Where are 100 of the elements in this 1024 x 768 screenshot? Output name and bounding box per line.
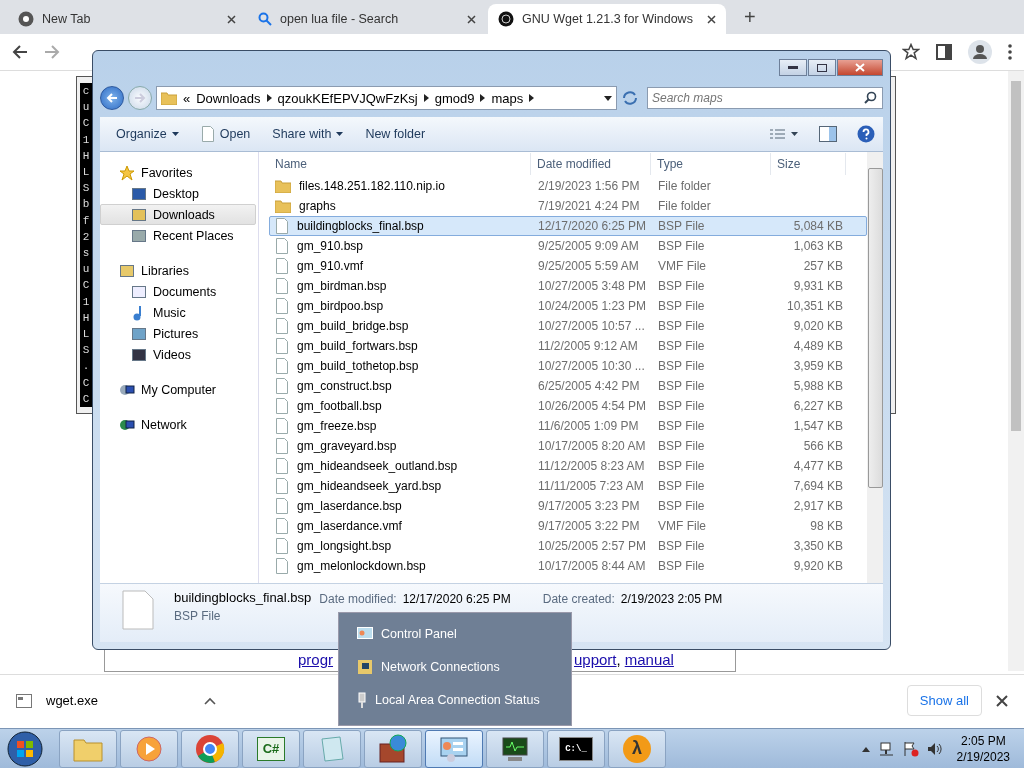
file-row[interactable]: gm_birdman.bsp 10/27/2005 3:48 PM BSP File 9,931 KB xyxy=(269,276,867,296)
taskbar-button[interactable] xyxy=(181,729,239,768)
link[interactable]: progr xyxy=(298,650,334,668)
taskbar-button[interactable]: C# xyxy=(242,729,300,768)
close-icon[interactable] xyxy=(707,14,716,24)
toolbar-button[interactable]: Organize xyxy=(108,124,187,144)
browser-tab[interactable]: New Tab xyxy=(8,4,246,34)
breadcrumb[interactable]: Downloads xyxy=(196,90,261,106)
caret-icon[interactable] xyxy=(604,95,612,101)
nav-item[interactable]: Libraries xyxy=(100,260,256,281)
new-tab-button[interactable]: + xyxy=(738,5,762,30)
overflow-chevron[interactable]: « xyxy=(183,90,191,106)
file-row[interactable]: gm_build_bridge.bsp 10/27/2005 10:57 ... BSP File 9,020 KB xyxy=(269,316,867,336)
nav-item[interactable]: Recent Places xyxy=(100,225,256,246)
jump-list-item[interactable]: Control Panel xyxy=(345,621,565,647)
file-row[interactable]: gm_birdpoo.bsp 10/24/2005 1:23 PM BSP File 10,351 KB xyxy=(269,296,867,316)
toolbar-button[interactable]: Open xyxy=(192,123,259,145)
preview-pane-icon[interactable] xyxy=(819,126,837,142)
chevron-right-icon[interactable] xyxy=(266,94,272,102)
link[interactable]: manual xyxy=(624,650,674,668)
nav-item[interactable]: Desktop xyxy=(100,183,256,204)
file-row[interactable]: gm_football.bsp 10/26/2005 4:54 PM BSP File 6,227 KB xyxy=(269,396,867,416)
breadcrumb[interactable]: gmod9 xyxy=(434,90,475,106)
network-icon[interactable] xyxy=(878,740,895,757)
file-row[interactable]: graphs 7/19/2021 4:24 PM File folder xyxy=(269,196,867,216)
download-item[interactable]: wget.exe xyxy=(16,693,216,708)
nav-item[interactable]: Downloads xyxy=(100,204,256,225)
scrollbar[interactable] xyxy=(867,152,883,583)
nav-item[interactable]: Documents xyxy=(100,281,256,302)
jump-list-item[interactable]: Local Area Connection Status xyxy=(345,687,565,713)
back-icon[interactable] xyxy=(12,44,28,60)
start-button[interactable] xyxy=(4,729,46,768)
view-options-icon[interactable] xyxy=(769,128,799,140)
file-row[interactable]: gm_longsight.bsp 10/25/2005 2:57 PM BSP File 3,350 KB xyxy=(269,536,867,556)
browser-tab[interactable]: open lua file - Search xyxy=(248,4,486,34)
address-bar[interactable]: « Downloads qzoukKEfEPVJQwFzKsj gmod9 maps xyxy=(156,86,617,110)
date-cell-text: 11/6/2005 1:09 PM xyxy=(537,419,640,433)
console-text: C xyxy=(82,117,90,130)
chevron-right-icon[interactable] xyxy=(480,94,486,102)
taskbar-button[interactable] xyxy=(486,729,544,768)
column-header[interactable]: Name xyxy=(269,153,531,175)
close-icon[interactable] xyxy=(996,694,1008,707)
flag-icon[interactable] xyxy=(902,740,919,757)
nav-item[interactable]: My Computer xyxy=(100,379,256,400)
nav-item[interactable]: Network xyxy=(100,414,256,435)
file-row[interactable]: files.148.251.182.110.nip.io 2/19/2023 1:56 PM File folder xyxy=(269,176,867,196)
toolbar-button[interactable]: Share with xyxy=(264,124,352,144)
nav-item[interactable]: Favorites xyxy=(100,162,256,183)
clock-time[interactable]: 2:05 PM xyxy=(960,732,1006,749)
file-row[interactable]: gm_build_tothetop.bsp 10/27/2005 10:30 ... BSP File 3,959 KB xyxy=(269,356,867,376)
file-row[interactable]: gm_freeze.bsp 11/6/2005 1:09 PM BSP File 1,547 KB xyxy=(269,416,867,436)
close-button[interactable] xyxy=(837,59,883,76)
console-text: u xyxy=(82,101,90,114)
side-panel-icon[interactable] xyxy=(936,44,952,60)
console-text: L xyxy=(82,166,90,178)
nav-item[interactable]: Videos xyxy=(100,344,256,365)
back-button[interactable] xyxy=(100,86,124,110)
column-header[interactable]: Date modified xyxy=(531,153,651,175)
browser-tab[interactable]: GNU Wget 1.21.3 for Windows xyxy=(488,4,726,34)
nav-item[interactable]: Music xyxy=(100,302,256,323)
taskbar-button[interactable] xyxy=(364,729,422,768)
file-row[interactable]: gm_910.bsp 9/25/2005 9:09 AM BSP File 1,063 KB xyxy=(269,236,867,256)
file-row[interactable]: gm_melonlockdown.bsp 10/17/2005 8:44 AM BSP File 9,920 KB xyxy=(269,556,867,576)
file-row[interactable]: gm_laserdance.bsp 9/17/2005 3:23 PM BSP File 2,917 KB xyxy=(269,496,867,516)
chevron-right-icon[interactable] xyxy=(423,94,429,102)
taskbar-button[interactable]: λ xyxy=(608,729,666,768)
column-header[interactable]: Type xyxy=(651,153,771,175)
breadcrumb[interactable]: qzoukKEfEPVJQwFzKsj xyxy=(277,90,418,106)
menu-icon[interactable] xyxy=(1008,44,1012,60)
taskbar-button[interactable]: C:\_ xyxy=(547,729,605,768)
chevron-right-icon[interactable] xyxy=(529,94,535,102)
close-icon[interactable] xyxy=(467,14,476,24)
show-all-button[interactable]: Show all xyxy=(906,685,982,716)
page-scrollbar[interactable] xyxy=(1008,71,1024,671)
minimize-button[interactable] xyxy=(779,59,807,76)
file-row[interactable]: gm_hideandseek_yard.bsp 11/11/2005 7:23 AM BSP File 7,694 KB xyxy=(269,476,867,496)
close-icon[interactable] xyxy=(227,14,236,24)
taskbar-button[interactable] xyxy=(425,729,483,768)
file-icon xyxy=(275,538,289,554)
search-field[interactable]: Search maps xyxy=(647,87,883,109)
link[interactable]: upport xyxy=(574,650,617,668)
file-row[interactable]: gm_build_fortwars.bsp 11/2/2005 9:12 AM BSP File 4,489 KB xyxy=(269,336,867,356)
toolbar-button[interactable]: New folder xyxy=(357,124,434,144)
star-icon[interactable] xyxy=(902,43,920,61)
clock-date[interactable]: 2/19/2023 xyxy=(956,748,1010,765)
breadcrumb[interactable]: maps xyxy=(491,90,524,106)
file-row[interactable]: gm_910.vmf 9/25/2005 5:59 AM VMF File 257 KB xyxy=(269,256,867,276)
file-row[interactable]: gm_graveyard.bsp 10/17/2005 8:20 AM BSP File 566 KB xyxy=(269,436,867,456)
file-row[interactable]: gm_laserdance.vmf 9/17/2005 3:22 PM VMF File 98 KB xyxy=(269,516,867,536)
refresh-icon[interactable] xyxy=(621,89,639,107)
file-row[interactable]: gm_construct.bsp 6/25/2005 4:42 PM BSP File 5,988 KB xyxy=(269,376,867,396)
chevron-up-icon[interactable] xyxy=(204,696,216,705)
help-icon[interactable] xyxy=(857,125,875,143)
maximize-button[interactable] xyxy=(808,59,836,76)
profile-icon[interactable] xyxy=(968,40,992,64)
file-row[interactable]: gm_hideandseek_outland.bsp 11/12/2005 8:23 AM BSP File 4,477 KB xyxy=(269,456,867,476)
column-header[interactable]: Size xyxy=(771,153,846,175)
file-row[interactable]: buildingblocks_final.bsp 12/17/2020 6:25 PM BSP File 5,084 KB xyxy=(269,216,867,236)
jump-list-item[interactable]: Network Connections xyxy=(345,654,565,680)
nav-item[interactable]: Pictures xyxy=(100,323,256,344)
